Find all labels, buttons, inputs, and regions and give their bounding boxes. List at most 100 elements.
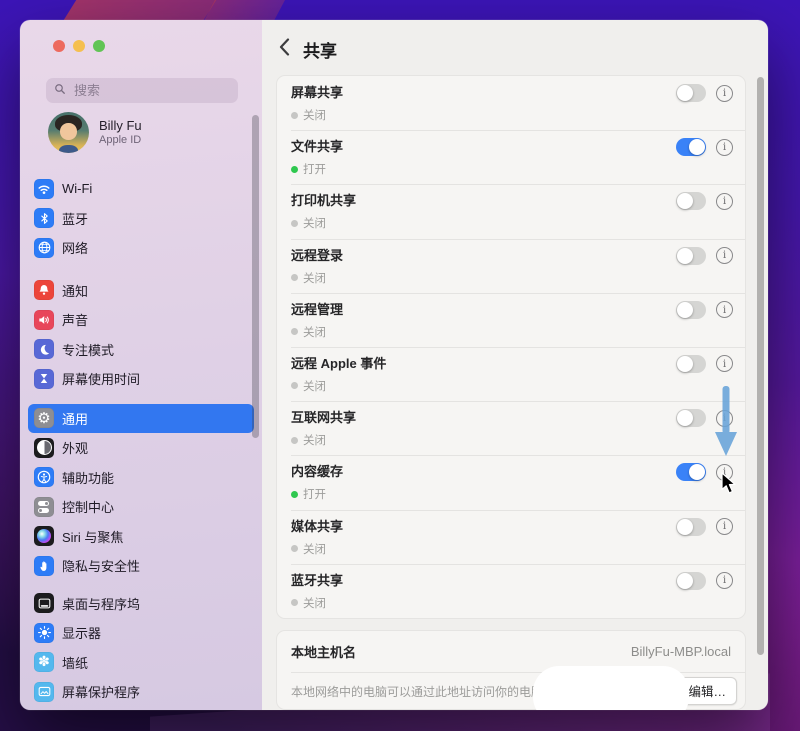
service-name: 互联网共享 (291, 409, 356, 426)
toggle[interactable] (676, 409, 706, 427)
zoom-button[interactable] (93, 40, 105, 52)
toggle[interactable] (676, 463, 706, 481)
sidebar-item-wifi[interactable]: Wi-Fi (28, 174, 254, 204)
info-button[interactable]: i (716, 518, 733, 535)
search-field[interactable] (46, 78, 238, 103)
service-name: 打印机共享 (291, 192, 356, 209)
sidebar-item-label: 隐私与安全性 (62, 556, 140, 575)
sidebar-item-control-center[interactable]: 控制中心 (28, 492, 254, 522)
hostname-description: 本地网络中的电脑可以通过此地址访问你的电脑 (291, 683, 543, 700)
service-row: 媒体共享关闭i (277, 510, 745, 564)
sidebar-item-network[interactable]: 网络 (28, 233, 254, 263)
status-text: 关闭 (303, 270, 326, 286)
sidebar-item-accessibility[interactable]: 辅助功能 (28, 463, 254, 493)
info-button[interactable]: i (716, 247, 733, 264)
service-name: 文件共享 (291, 138, 343, 155)
service-name: 内容缓存 (291, 463, 343, 480)
info-button[interactable]: i (716, 193, 733, 210)
toggle-knob (677, 302, 693, 318)
general-icon: ⚙ (34, 408, 54, 428)
sidebar-item-appearance[interactable]: 外观 (28, 433, 254, 463)
status-dot (291, 382, 298, 389)
sidebar-item-label: 外观 (62, 438, 88, 457)
sidebar-item-privacy[interactable]: 隐私与安全性 (28, 551, 254, 581)
sidebar-item-siri[interactable]: Siri 与聚焦 (28, 522, 254, 552)
desktop-dock-icon (34, 593, 54, 613)
mouse-cursor-icon (720, 472, 740, 496)
sidebar-item-label: 声音 (62, 310, 88, 329)
service-row: 远程登录关闭i (277, 239, 745, 293)
info-icon: i (723, 521, 726, 532)
toggle[interactable] (676, 84, 706, 102)
status-text: 关闭 (303, 432, 326, 448)
sidebar-scrollbar[interactable] (252, 115, 259, 438)
info-button[interactable]: i (716, 355, 733, 372)
service-status: 打开 (291, 161, 343, 177)
sidebar-group: 桌面与程序坞显示器✽墙纸屏幕保护程序 (20, 589, 262, 707)
close-button[interactable] (53, 40, 65, 52)
info-icon: i (723, 196, 726, 207)
toggle[interactable] (676, 572, 706, 590)
services-list: 屏幕共享关闭i文件共享打开i打印机共享关闭i远程登录关闭i远程管理关闭i远程 A… (276, 75, 746, 619)
service-name: 远程管理 (291, 301, 343, 318)
sidebar-item-wallpaper[interactable]: ✽墙纸 (28, 648, 254, 678)
service-status: 关闭 (291, 595, 343, 611)
desktop-background: Billy Fu Apple ID Wi-Fi蓝牙网络通知声音专注模式屏幕使用时… (0, 0, 800, 731)
redaction-overlay (533, 666, 689, 710)
siri-icon (34, 526, 54, 546)
sidebar-item-sound[interactable]: 声音 (28, 305, 254, 335)
status-dot (291, 328, 298, 335)
toggle-knob (677, 85, 693, 101)
pane-header: 共享 (262, 20, 768, 75)
apple-id-profile[interactable]: Billy Fu Apple ID (48, 112, 250, 153)
status-text: 关闭 (303, 107, 326, 123)
toggle-knob (677, 248, 693, 264)
info-icon: i (723, 575, 726, 586)
status-dot (291, 220, 298, 227)
sidebar-nav: Wi-Fi蓝牙网络通知声音专注模式屏幕使用时间 ⚙通用外观辅助功能控制中心Siri… (20, 174, 262, 707)
info-button[interactable]: i (716, 572, 733, 589)
search-icon (54, 82, 66, 100)
bluetooth-icon (34, 208, 54, 228)
back-button[interactable] (275, 37, 293, 57)
status-dot (291, 274, 298, 281)
sidebar-item-general[interactable]: ⚙通用 (28, 404, 254, 434)
status-dot (291, 491, 298, 498)
status-text: 关闭 (303, 215, 326, 231)
toggle[interactable] (676, 192, 706, 210)
sidebar-item-bluetooth[interactable]: 蓝牙 (28, 204, 254, 234)
toggle-knob (689, 139, 705, 155)
status-text: 打开 (303, 161, 326, 177)
control-center-icon (34, 497, 54, 517)
status-dot (291, 599, 298, 606)
sound-icon (34, 310, 54, 330)
toggle-knob (677, 573, 693, 589)
info-icon: i (723, 359, 726, 370)
toggle[interactable] (676, 518, 706, 536)
toggle-knob (677, 193, 693, 209)
appearance-icon (34, 438, 54, 458)
minimize-button[interactable] (73, 40, 85, 52)
sidebar-item-screen-saver[interactable]: 屏幕保护程序 (28, 677, 254, 707)
info-button[interactable]: i (716, 301, 733, 318)
sidebar-item-label: 辅助功能 (62, 468, 114, 487)
toggle[interactable] (676, 355, 706, 373)
search-input[interactable] (72, 82, 216, 99)
status-text: 关闭 (303, 324, 326, 340)
service-row: 蓝牙共享关闭i (277, 564, 745, 618)
info-button[interactable]: i (716, 139, 733, 156)
service-name: 屏幕共享 (291, 84, 343, 101)
sidebar-item-notifications[interactable]: 通知 (28, 276, 254, 306)
toggle[interactable] (676, 301, 706, 319)
sidebar-item-desktop-dock[interactable]: 桌面与程序坞 (28, 589, 254, 619)
profile-name: Billy Fu (99, 118, 142, 134)
sidebar-item-displays[interactable]: 显示器 (28, 618, 254, 648)
sidebar-item-label: 桌面与程序坞 (62, 594, 140, 613)
sidebar-item-focus[interactable]: 专注模式 (28, 335, 254, 365)
profile-subtitle: Apple ID (99, 134, 142, 147)
toggle[interactable] (676, 247, 706, 265)
main-scrollbar[interactable] (757, 77, 764, 655)
info-button[interactable]: i (716, 85, 733, 102)
sidebar-item-screen-time[interactable]: 屏幕使用时间 (28, 364, 254, 394)
toggle[interactable] (676, 138, 706, 156)
